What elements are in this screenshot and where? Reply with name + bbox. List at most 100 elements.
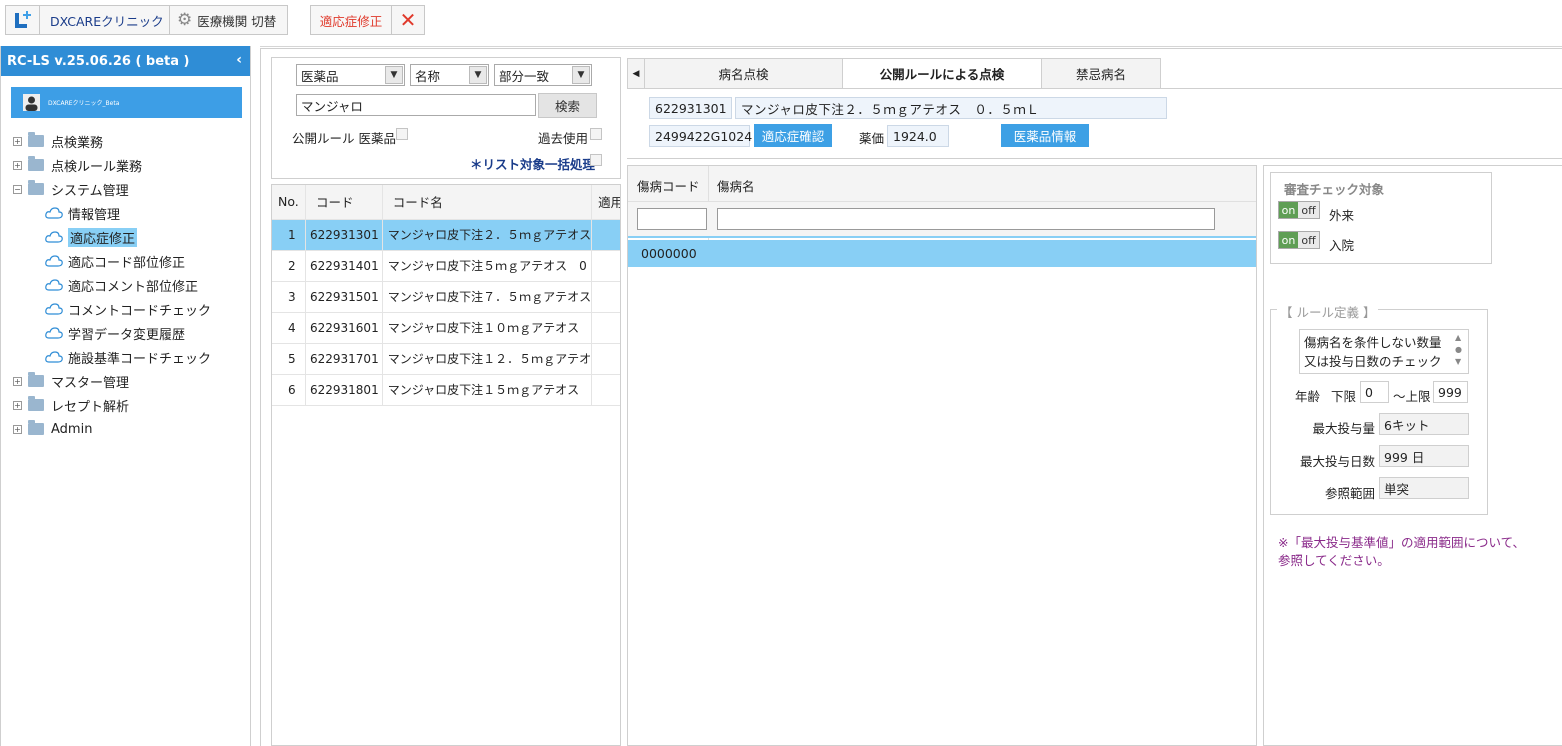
sidebar-item-admin[interactable]: + Admin: [13, 419, 92, 439]
toggle-off-label: off: [1298, 232, 1319, 248]
clinic-label: DXCAREクリニック: [50, 13, 164, 29]
search-input[interactable]: マンジャロ: [296, 94, 536, 116]
app-version-title: RC-LS v.25.06.26 ( beta ): [7, 53, 190, 69]
drug-list-panel: No. コード コード名 適用 1 622931301 マンジャロ皮下注２．５ｍ…: [271, 184, 621, 746]
sidebar-item-master[interactable]: + マスター管理: [13, 371, 129, 391]
row-name: マンジャロ皮下注１５ｍｇアテオス: [382, 374, 593, 406]
sidebar-item-info[interactable]: 情報管理: [45, 203, 120, 223]
expand-icon[interactable]: +: [13, 376, 22, 386]
folder-icon: [28, 420, 44, 435]
scope-label: 参照範囲: [1324, 486, 1375, 501]
clinic-button[interactable]: DXCAREクリニック: [39, 5, 170, 35]
yj-code-field: 2499422G1024: [649, 125, 752, 147]
drug-name-value: マンジャロ皮下注２．５ｍｇアテオス ０．５ｍＬ: [741, 101, 1040, 117]
indication-check-button[interactable]: 適応症確認: [754, 124, 832, 147]
match-select[interactable]: 部分一致 ▼: [494, 64, 592, 86]
field-select[interactable]: 名称 ▼: [410, 64, 489, 86]
expand-icon[interactable]: +: [13, 400, 22, 410]
toggle-on-label: on: [1279, 202, 1299, 218]
category-select[interactable]: 医薬品 ▼: [296, 64, 405, 86]
table-row[interactable]: 6 622931801 マンジャロ皮下注１５ｍｇアテオス: [272, 374, 620, 406]
column-header-disease-code[interactable]: 傷病コード: [637, 176, 700, 195]
divider: [260, 46, 1562, 47]
table-row[interactable]: [628, 240, 1256, 267]
sidebar-item-system-admin[interactable]: − システム管理: [13, 179, 129, 199]
row-no: 1: [272, 219, 306, 251]
folder-icon: [28, 372, 44, 387]
column-header-code[interactable]: コード: [305, 185, 383, 220]
sidebar-item-indication-edit[interactable]: 適応症修正: [45, 227, 138, 247]
sidebar-item-code-site-edit[interactable]: 適応コード部位修正: [45, 251, 185, 271]
age-upper-value: 999: [1438, 384, 1462, 400]
rule-description-textarea[interactable]: 傷病名を条件しない数量又は投与日数のチェック: [1299, 329, 1469, 374]
collapse-sidebar-icon[interactable]: ‹: [236, 52, 242, 68]
caret-left-icon: ◀: [632, 68, 640, 79]
tab-label: 公開ルールによる点検: [879, 67, 1005, 82]
collapse-icon[interactable]: −: [13, 184, 22, 194]
table-row[interactable]: 3 622931501 マンジャロ皮下注７．５ｍｇアテオス: [272, 281, 620, 313]
table-row[interactable]: 4 622931601 マンジャロ皮下注１０ｍｇアテオス: [272, 312, 620, 344]
tab-scroll-left[interactable]: ◀: [627, 58, 645, 89]
app-logo-button[interactable]: [5, 5, 40, 35]
close-tab-button[interactable]: ✕: [391, 5, 425, 35]
drug-info-button[interactable]: 医薬品情報: [1001, 124, 1089, 147]
search-button[interactable]: 検索: [538, 93, 597, 118]
tab-public-rule-check[interactable]: 公開ルールによる点検: [842, 58, 1042, 89]
tab-contraindication[interactable]: 禁忌病名: [1041, 58, 1161, 89]
sidebar-item-receipt-analysis[interactable]: + レセプト解析: [13, 395, 129, 415]
age-upper-input[interactable]: 999: [1433, 381, 1468, 403]
cloud-icon: [45, 207, 63, 219]
sidebar-item-label: 施設基準コードチェック: [68, 351, 212, 367]
scroll-arrows-icon[interactable]: ▲ ● ▼: [1455, 332, 1462, 368]
bulk-process-checkbox[interactable]: [590, 154, 602, 166]
active-tab-indication-edit[interactable]: 適応症修正: [310, 5, 392, 35]
drug-info-label: 医薬品情報: [1013, 129, 1077, 144]
sidebar-item-facility-code-check[interactable]: 施設基準コードチェック: [45, 347, 211, 367]
column-header-disease-name[interactable]: 傷病名: [717, 176, 755, 195]
column-header-code-name[interactable]: コード名: [382, 185, 593, 220]
match-value: 部分一致: [499, 68, 550, 84]
age-lower-input[interactable]: 0: [1360, 381, 1389, 403]
max-dose-note-link[interactable]: ※「最大投与基準値」の適用範囲について、参照してください。: [1278, 534, 1528, 570]
public-rule-checkbox[interactable]: [396, 128, 408, 140]
switch-facility-button[interactable]: ⚙ 医療機関 切替: [169, 5, 288, 35]
sidebar-item-inspection-rules[interactable]: + 点検ルール業務: [13, 155, 142, 175]
outpatient-toggle[interactable]: on off: [1278, 201, 1320, 219]
disease-code-filter-input[interactable]: [637, 208, 707, 230]
user-name: DXCAREクリニック_Beta: [48, 100, 120, 107]
price-value: 1924.0: [893, 128, 937, 144]
max-days-field: 999 日: [1379, 445, 1469, 467]
sidebar-item-label: Admin: [51, 421, 93, 437]
cloud-icon: [45, 279, 63, 291]
sidebar-item-inspection[interactable]: + 点検業務: [13, 131, 103, 151]
drug-code-field: 622931301: [649, 97, 732, 119]
cloud-icon: [45, 327, 63, 339]
sidebar-item-comment-code-check[interactable]: コメントコードチェック: [45, 299, 211, 319]
expand-icon[interactable]: +: [13, 136, 22, 146]
inpatient-toggle[interactable]: on off: [1278, 231, 1320, 249]
expand-icon[interactable]: +: [13, 424, 22, 434]
disease-name-filter-input[interactable]: [717, 208, 1215, 230]
scope-value: 単突: [1384, 481, 1410, 497]
past-use-checkbox[interactable]: [590, 128, 602, 140]
column-header-applied[interactable]: 適用: [591, 185, 620, 220]
sidebar-item-learning-history[interactable]: 学習データ変更履歴: [45, 323, 185, 343]
table-row[interactable]: 2 622931401 マンジャロ皮下注５ｍｇアテオス 0: [272, 250, 620, 282]
expand-icon[interactable]: +: [13, 160, 22, 170]
age-lower-label: 下限: [1331, 389, 1357, 404]
folder-icon: [28, 156, 44, 171]
row-code: 622931701: [305, 343, 383, 375]
table-row[interactable]: 5 622931701 マンジャロ皮下注１２．５ｍｇアテオ: [272, 343, 620, 375]
public-rule-label: 公開ルール 医薬品: [292, 131, 396, 146]
past-use-label: 過去使用: [538, 131, 589, 146]
column-header-no[interactable]: No.: [272, 185, 306, 220]
table-header-row: No. コード コード名 適用: [272, 185, 620, 220]
tab-label: 禁忌病名: [1075, 67, 1126, 82]
table-row[interactable]: 1 622931301 マンジャロ皮下注２．５ｍｇアテオス: [272, 219, 620, 251]
tab-disease-check[interactable]: 病名点検: [644, 58, 843, 89]
toggle-on-label: on: [1279, 232, 1299, 248]
app-logo-icon: [14, 11, 31, 28]
user-panel[interactable]: DXCAREクリニック_Beta: [11, 87, 242, 118]
sidebar-item-comment-site-edit[interactable]: 適応コメント部位修正: [45, 275, 198, 295]
disease-code-value: 0000000: [641, 246, 697, 261]
